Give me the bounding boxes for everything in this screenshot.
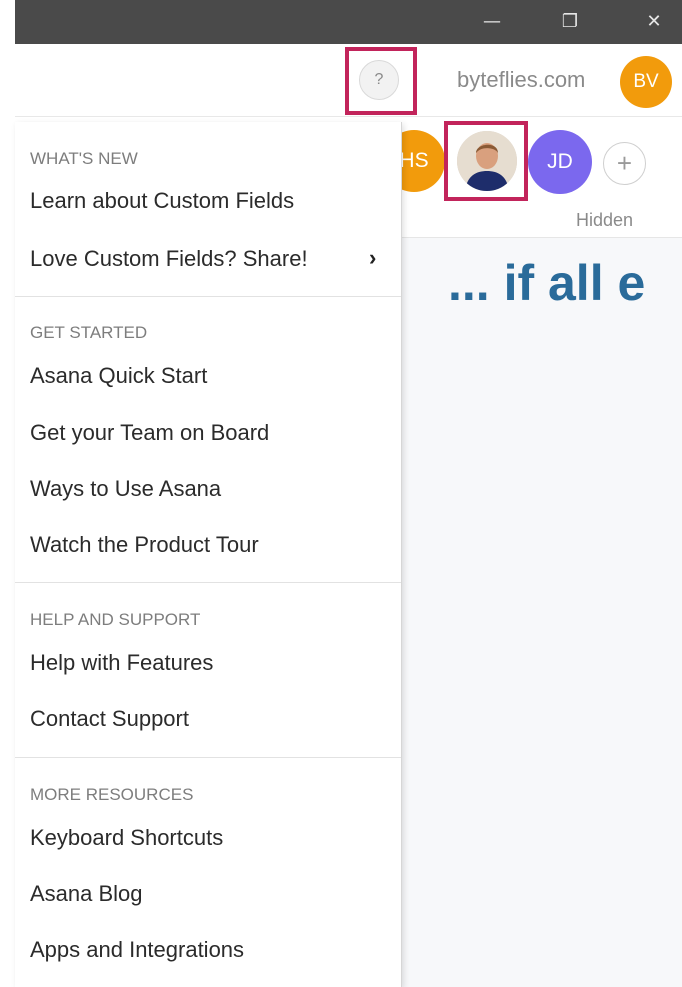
workspace-domain[interactable]: byteflies.com	[457, 67, 585, 93]
menu-item-product-tour[interactable]: Watch the Product Tour	[30, 532, 259, 558]
hidden-label[interactable]: Hidden	[576, 210, 633, 231]
window-titlebar: — ❐ ✕	[15, 0, 682, 44]
section-heading-more-resources: MORE RESOURCES	[30, 785, 194, 804]
page-headline: ... if all e	[448, 255, 646, 311]
section-heading-whats-new: WHAT'S NEW	[30, 149, 138, 168]
person-photo-icon	[457, 131, 517, 191]
menu-item-asana-blog[interactable]: Asana Blog	[30, 881, 143, 907]
menu-item-apps-integrations[interactable]: Apps and Integrations	[30, 937, 244, 963]
menu-item-learn-custom-fields[interactable]: Learn about Custom Fields	[30, 188, 294, 214]
menu-item-quick-start[interactable]: Asana Quick Start	[30, 363, 207, 389]
menu-divider	[15, 296, 401, 297]
menu-divider	[15, 757, 401, 758]
user-avatar[interactable]: BV	[620, 56, 672, 108]
section-heading-help-support: HELP AND SUPPORT	[30, 610, 201, 629]
menu-item-team-on-board[interactable]: Get your Team on Board	[30, 420, 269, 446]
menu-divider	[15, 582, 401, 583]
close-icon[interactable]: ✕	[640, 8, 668, 36]
menu-item-share-custom-fields[interactable]: Love Custom Fields? Share!	[30, 246, 308, 272]
help-button[interactable]: ?	[359, 60, 399, 100]
help-menu: WHAT'S NEW Learn about Custom Fields Lov…	[15, 122, 402, 987]
minimize-icon[interactable]: —	[478, 8, 506, 36]
menu-item-contact-support[interactable]: Contact Support	[30, 706, 189, 732]
menu-item-help-features[interactable]: Help with Features	[30, 650, 213, 676]
section-heading-get-started: GET STARTED	[30, 323, 148, 342]
top-bar: ? byteflies.com BV	[15, 44, 682, 117]
chevron-right-icon: ›	[369, 245, 377, 270]
restore-icon[interactable]: ❐	[556, 8, 584, 36]
menu-item-ways-to-use[interactable]: Ways to Use Asana	[30, 476, 221, 502]
add-member-button[interactable]: +	[603, 142, 646, 185]
menu-item-keyboard-shortcuts[interactable]: Keyboard Shortcuts	[30, 825, 223, 851]
member-avatar-jd[interactable]: JD	[528, 130, 592, 194]
member-avatar-photo[interactable]	[455, 129, 519, 193]
